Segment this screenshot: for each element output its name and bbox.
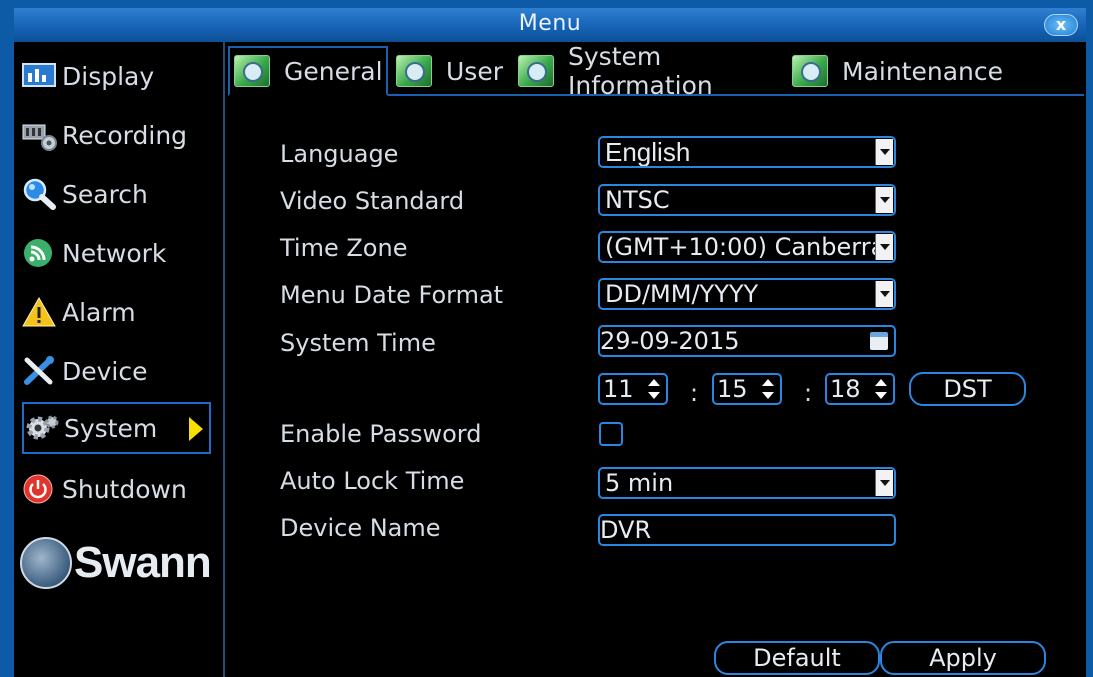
sidebar-item-system[interactable]: System [22, 402, 211, 454]
system-date-input[interactable]: 29-09-2015 [598, 325, 896, 357]
sidebar-item-label: System [64, 413, 158, 443]
time-zone-value: (GMT+10:00) Canberra, Melbourne, Sydney [605, 233, 894, 261]
general-tab-icon [234, 55, 270, 87]
sidebar: Display Recording Search Network Alarm D… [14, 42, 225, 677]
window-frame: Menu x Display Recording Search Network … [0, 0, 1093, 677]
power-icon [22, 473, 58, 505]
system-information-tab-icon [518, 55, 554, 87]
general-settings-form: Language English Video Standard NTSC Tim… [228, 96, 1086, 677]
video-standard-select[interactable]: NTSC [598, 184, 896, 216]
time-separator: : [804, 379, 813, 407]
logo-text: Swann [74, 538, 212, 587]
device-name-value: DVR [600, 516, 652, 544]
tab-maintenance[interactable]: Maintenance [788, 46, 1008, 96]
tab-bar: General User System Information Maintena… [228, 42, 1086, 100]
calendar-icon[interactable] [870, 332, 888, 350]
menu-content: Display Recording Search Network Alarm D… [14, 42, 1086, 677]
dropdown-arrow-icon[interactable] [875, 234, 893, 260]
menu-date-format-label: Menu Date Format [280, 281, 504, 309]
apply-button[interactable]: Apply [880, 641, 1046, 675]
dst-button[interactable]: DST [909, 372, 1026, 406]
tab-label: General [284, 56, 383, 86]
device-name-label: Device Name [280, 514, 441, 542]
hour-value: 11 [603, 375, 634, 403]
sidebar-item-label: Alarm [62, 297, 136, 327]
time-separator: : [690, 379, 699, 407]
system-time-label: System Time [280, 329, 436, 357]
display-icon [22, 60, 58, 92]
gear-icon [24, 412, 60, 444]
language-select[interactable]: English [598, 136, 896, 168]
search-icon [22, 178, 58, 210]
language-value: English [605, 137, 691, 167]
tab-user[interactable]: User [392, 46, 512, 96]
close-button[interactable]: x [1044, 14, 1078, 36]
sidebar-item-label: Recording [62, 120, 188, 150]
sidebar-item-display[interactable]: Display [22, 50, 211, 102]
language-label: Language [280, 140, 399, 168]
up-down-arrow-icon[interactable] [648, 377, 660, 401]
device-icon [22, 355, 58, 387]
tab-system-information[interactable]: System Information [514, 42, 794, 100]
auto-lock-time-value: 5 min [605, 469, 674, 497]
sidebar-item-network[interactable]: Network [22, 227, 211, 279]
sidebar-item-alarm[interactable]: Alarm [22, 286, 211, 338]
auto-lock-time-label: Auto Lock Time [280, 467, 465, 495]
enable-password-checkbox[interactable] [599, 422, 623, 446]
video-standard-value: NTSC [605, 186, 670, 214]
window-title: Menu [518, 11, 582, 36]
tab-general[interactable]: General [228, 46, 388, 96]
logo-emblem-icon [20, 537, 72, 589]
menu-date-format-value: DD/MM/YYYY [605, 280, 759, 308]
video-standard-label: Video Standard [280, 187, 465, 215]
up-down-arrow-icon[interactable] [875, 377, 887, 401]
system-date-value: 29-09-2015 [600, 327, 740, 355]
tab-label: User [446, 56, 503, 86]
device-name-input[interactable]: DVR [598, 514, 896, 546]
sidebar-item-recording[interactable]: Recording [22, 109, 211, 161]
alarm-icon [22, 296, 58, 328]
swann-logo: Swann [20, 537, 212, 589]
time-zone-select[interactable]: (GMT+10:00) Canberra, Melbourne, Sydney [598, 231, 896, 263]
title-bar: Menu x [14, 8, 1086, 42]
time-zone-label: Time Zone [280, 234, 408, 262]
sidebar-item-search[interactable]: Search [22, 168, 211, 220]
active-indicator-arrow-icon [189, 417, 203, 441]
sidebar-item-label: Network [62, 238, 167, 268]
dropdown-arrow-icon[interactable] [875, 187, 893, 213]
user-tab-icon [396, 55, 432, 87]
dropdown-arrow-icon[interactable] [875, 281, 893, 307]
second-stepper[interactable]: 18 [825, 373, 895, 405]
minute-value: 15 [717, 375, 748, 403]
dropdown-arrow-icon[interactable] [875, 470, 893, 496]
second-value: 18 [830, 375, 861, 403]
minute-stepper[interactable]: 15 [712, 373, 782, 405]
auto-lock-time-select[interactable]: 5 min [598, 467, 896, 499]
sidebar-item-label: Display [62, 61, 155, 91]
hour-stepper[interactable]: 11 [598, 373, 668, 405]
sidebar-item-label: Shutdown [62, 474, 187, 504]
sidebar-item-label: Device [62, 356, 148, 386]
sidebar-item-device[interactable]: Device [22, 345, 211, 397]
enable-password-label: Enable Password [280, 420, 482, 448]
sidebar-item-shutdown[interactable]: Shutdown [22, 463, 211, 515]
network-icon [22, 237, 58, 269]
default-button[interactable]: Default [714, 641, 880, 675]
sidebar-item-label: Search [62, 179, 148, 209]
dropdown-arrow-icon[interactable] [875, 139, 893, 165]
recording-icon [22, 119, 58, 151]
tab-label: System Information [568, 42, 713, 100]
maintenance-tab-icon [792, 55, 828, 87]
tab-label: Maintenance [842, 56, 1003, 86]
up-down-arrow-icon[interactable] [762, 377, 774, 401]
menu-date-format-select[interactable]: DD/MM/YYYY [598, 278, 896, 310]
